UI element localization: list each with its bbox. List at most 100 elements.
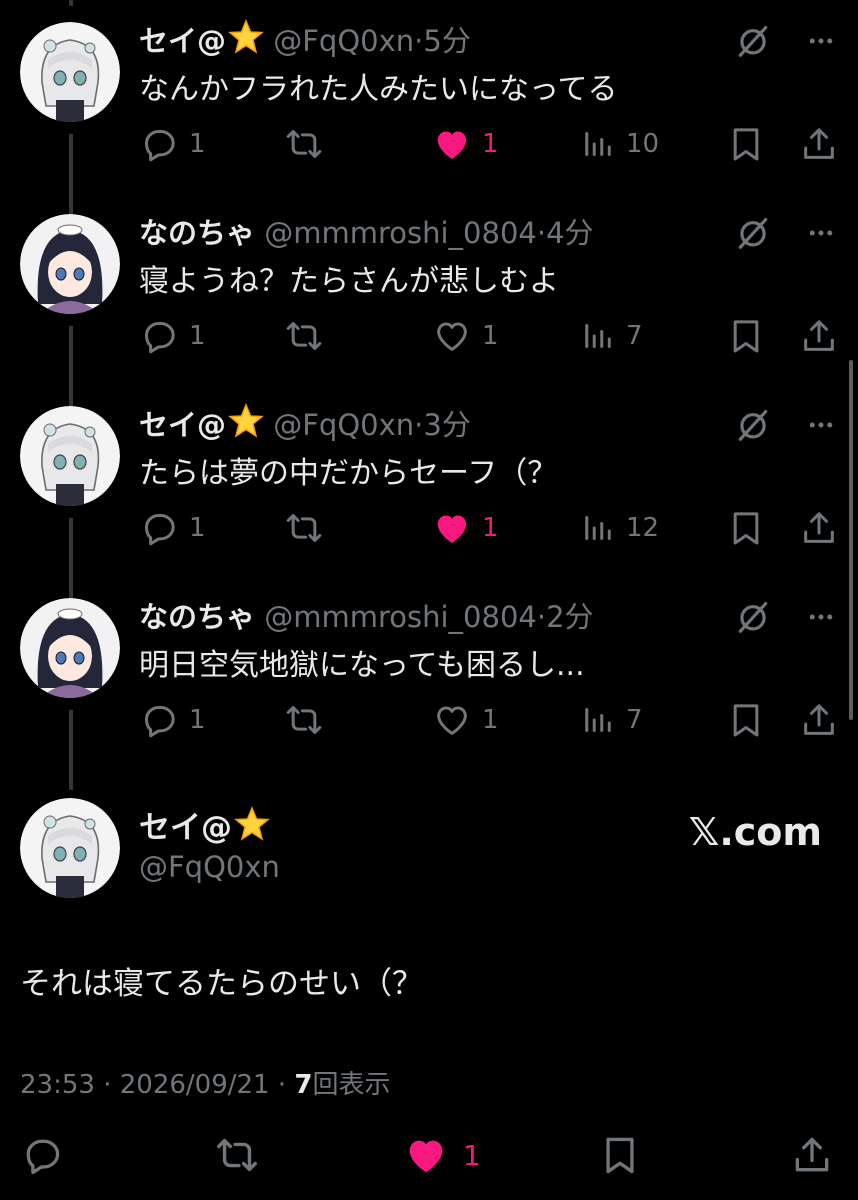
views-button[interactable]: 7 (580, 698, 643, 742)
avatar[interactable] (20, 214, 120, 314)
share-button[interactable] (799, 506, 839, 550)
avatar[interactable] (20, 406, 120, 506)
separator: · (536, 216, 547, 250)
tweet-time[interactable]: 2分 (546, 600, 593, 634)
more-icon[interactable] (806, 218, 836, 252)
more-icon[interactable] (806, 26, 836, 60)
retweet-button[interactable] (284, 122, 324, 166)
tweet-meta: 23:53 · 2026/09/21 · 7回表示 (20, 1064, 391, 1101)
like-count: 1 (482, 129, 499, 159)
tweet[interactable]: なのちゃ @mmmroshi_0804·2分 明日空気地獄になっても困るし... 1… (0, 576, 858, 768)
like-button[interactable]: 1 (432, 314, 499, 358)
tweet-text: 明日空気地獄になっても困るし... (139, 648, 585, 683)
tweet-time[interactable]: 23:53 (20, 1070, 95, 1100)
like-count: 1 (482, 513, 499, 543)
tweet-text: たらは夢の中だからセーフ（？ (139, 456, 558, 491)
separator: · (277, 1070, 287, 1100)
action-bar: 1 1 7 (139, 698, 839, 742)
reply-icon (139, 124, 179, 164)
tweet-text: 寝ようね？たらさんが悲しむよ (139, 264, 559, 299)
views-button[interactable]: 7 (580, 314, 643, 358)
grok-icon[interactable] (734, 598, 772, 640)
reply-button[interactable]: 1 (139, 698, 206, 742)
views-button[interactable]: 12 (580, 506, 659, 550)
share-icon (799, 700, 839, 740)
author-handle[interactable]: @mmmroshi_0804 (264, 216, 537, 250)
author-name[interactable]: セイ@ (139, 802, 270, 850)
tweet-text: それは寝てるたらのせい（？ (20, 966, 423, 1002)
bookmark-button[interactable] (726, 506, 766, 550)
like-button[interactable]: 1 (403, 1130, 481, 1180)
reply-icon (139, 700, 179, 740)
bookmark-button[interactable] (726, 698, 766, 742)
author-name[interactable]: なのちゃ (139, 600, 255, 634)
bookmark-button[interactable] (726, 122, 766, 166)
retweet-icon (284, 508, 324, 548)
share-button[interactable] (799, 698, 839, 742)
heart-icon (432, 316, 472, 356)
tweet-header: なのちゃ @mmmroshi_0804·4分 (139, 210, 594, 252)
author-name[interactable]: セイ@ (139, 24, 226, 58)
author-name[interactable]: セイ@ (139, 408, 226, 442)
reply-button[interactable] (20, 1130, 64, 1180)
share-icon (799, 508, 839, 548)
heart-filled-icon (432, 124, 472, 164)
retweet-button[interactable] (214, 1130, 260, 1180)
bookmark-button[interactable] (726, 314, 766, 358)
retweet-button[interactable] (284, 506, 324, 550)
like-button[interactable]: 1 (432, 506, 499, 550)
retweet-icon (284, 700, 324, 740)
reply-count: 1 (189, 705, 206, 735)
tweet[interactable]: セイ@ @FqQ0xn·5分 なんかフラれた人みたいになってる 1 1 10 (0, 0, 858, 192)
watermark: 𝕏.com (688, 810, 822, 854)
grok-icon[interactable] (734, 22, 772, 64)
separator: · (414, 24, 424, 58)
views-button[interactable]: 10 (580, 122, 659, 166)
reply-button[interactable]: 1 (139, 122, 206, 166)
view-count: 12 (626, 513, 660, 543)
avatar[interactable] (20, 598, 120, 698)
action-bar: 1 1 10 (139, 122, 839, 166)
like-button[interactable]: 1 (432, 698, 499, 742)
tweet[interactable]: なのちゃ @mmmroshi_0804·4分寝ようね？たらさんが悲しむよ 1 1 7 (0, 192, 858, 384)
reply-icon (26, 1139, 60, 1175)
like-button[interactable]: 1 (432, 122, 499, 166)
tweet-time[interactable]: 5分 (423, 24, 470, 58)
avatar[interactable] (20, 798, 120, 898)
author-handle[interactable]: @FqQ0xn (273, 408, 414, 442)
more-icon[interactable] (806, 410, 836, 444)
retweet-button[interactable] (284, 698, 324, 742)
tweet-header: セイ@ @FqQ0xn·3分 (139, 402, 471, 446)
bookmark-button[interactable] (598, 1130, 642, 1180)
heart-filled-icon (432, 508, 472, 548)
retweet-button[interactable] (284, 314, 324, 358)
author-name[interactable]: なのちゃ (139, 216, 255, 250)
author-handle[interactable]: @FqQ0xn (139, 850, 280, 884)
heart-icon (432, 700, 472, 740)
author-handle[interactable]: @FqQ0xn (273, 24, 414, 58)
action-bar: 1 (0, 1130, 858, 1180)
reply-button[interactable]: 1 (139, 506, 206, 550)
more-icon[interactable] (806, 602, 836, 636)
bookmark-icon (726, 124, 766, 164)
grok-icon[interactable] (734, 214, 772, 256)
action-bar: 1 1 12 (139, 506, 839, 550)
tweet-date[interactable]: 2026/09/21 (120, 1070, 270, 1100)
reply-count: 1 (189, 321, 206, 351)
share-button[interactable] (790, 1130, 834, 1180)
tweet[interactable]: セイ@ @FqQ0xn·3分たらは夢の中だからセーフ（？ 1 1 12 (0, 384, 858, 576)
share-button[interactable] (799, 314, 839, 358)
tweet-header: セイ@ @FqQ0xn·5分 (139, 18, 471, 62)
grok-icon[interactable] (734, 406, 772, 448)
tweet-time[interactable]: 3分 (423, 408, 470, 442)
avatar[interactable] (20, 22, 120, 122)
author-handle[interactable]: @mmmroshi_0804 (264, 600, 537, 634)
tweet-time[interactable]: 4分 (546, 216, 593, 250)
share-button[interactable] (799, 122, 839, 166)
views-icon (580, 702, 616, 738)
view-count: 7 (294, 1070, 313, 1100)
reply-button[interactable]: 1 (139, 314, 206, 358)
share-icon (795, 1137, 829, 1172)
star-icon (228, 403, 264, 446)
bookmark-icon (726, 316, 766, 356)
